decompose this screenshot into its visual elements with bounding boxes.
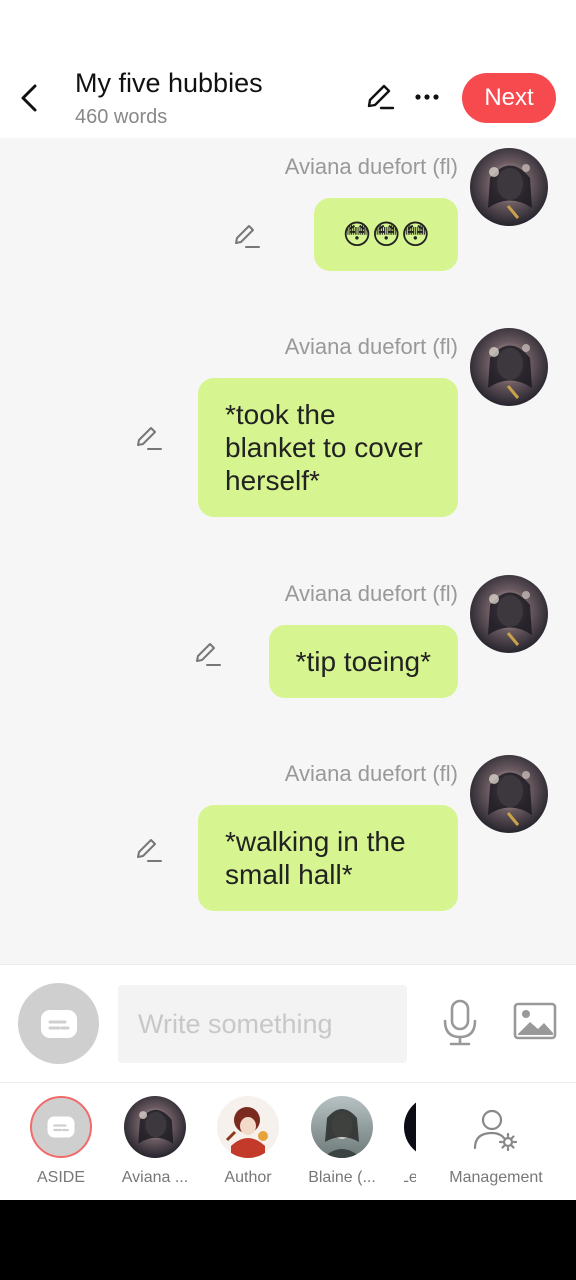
- sender-avatar[interactable]: [470, 575, 548, 653]
- sender-avatar[interactable]: [470, 755, 548, 833]
- role-roster: ASIDE Aviana ... Author Blaine (... Le M…: [0, 1082, 576, 1200]
- image-icon: [513, 1002, 557, 1040]
- story-title[interactable]: My five hubbies: [75, 68, 263, 99]
- more-options-button[interactable]: [410, 82, 444, 112]
- role-label: Aviana ...: [121, 1169, 189, 1186]
- avatar-image: [470, 328, 548, 406]
- message-bubble[interactable]: *took the blanket to cover herself*: [198, 378, 458, 517]
- microphone-icon: [443, 999, 477, 1046]
- chat-bubble-icon: [40, 1009, 77, 1038]
- message-bubble[interactable]: 😳😳😳: [314, 198, 458, 271]
- avatar-image: [217, 1096, 279, 1158]
- sender-name: Aviana duefort (fl): [284, 154, 458, 179]
- role-label: ASIDE: [36, 1169, 85, 1186]
- composer-bar: [0, 964, 576, 1082]
- avatar-image: [470, 148, 548, 226]
- role-aside[interactable]: ASIDE: [15, 1096, 107, 1196]
- pencil-icon: [235, 225, 260, 248]
- message-item: Aviana duefort (fl) 😳😳😳: [0, 148, 576, 283]
- message-item: Aviana duefort (fl) *walking in the smal…: [0, 755, 576, 925]
- chat-bubble-icon: [47, 1116, 75, 1138]
- pencil-icon: [137, 427, 162, 450]
- system-navigation-bar: [0, 1200, 576, 1280]
- role-avatar: [124, 1096, 186, 1158]
- sender-avatar[interactable]: [470, 148, 548, 226]
- role-label: Le: [404, 1169, 416, 1186]
- status-bar: [0, 0, 576, 60]
- avatar-image: [124, 1096, 186, 1158]
- more-dots-icon: [415, 94, 439, 100]
- edit-message-button[interactable]: [231, 221, 261, 251]
- pencil-icon: [196, 643, 221, 666]
- chevron-left-icon: [21, 84, 37, 112]
- avatar-image: [470, 575, 548, 653]
- management-button[interactable]: Management: [440, 1096, 552, 1196]
- aside-avatar: [30, 1096, 92, 1158]
- back-button[interactable]: [14, 78, 44, 118]
- chat-area[interactable]: Aviana duefort (fl) 😳😳😳 Aviana duefort (…: [0, 138, 576, 964]
- role-label: Management: [449, 1169, 543, 1186]
- sender-name: Aviana duefort (fl): [284, 581, 458, 606]
- edit-story-button[interactable]: [362, 80, 396, 114]
- message-item: Aviana duefort (fl) *tip toeing*: [0, 575, 576, 705]
- edit-message-button[interactable]: [133, 423, 163, 453]
- message-bubble[interactable]: *tip toeing*: [268, 625, 458, 698]
- role-aviana[interactable]: Aviana ...: [109, 1096, 201, 1196]
- message-item: Aviana duefort (fl) *took the blanket to…: [0, 328, 576, 528]
- header: My five hubbies 460 words Next: [0, 60, 576, 138]
- role-avatar: [217, 1096, 279, 1158]
- role-blaine[interactable]: Blaine (...: [296, 1096, 388, 1196]
- role-le[interactable]: Le: [404, 1096, 416, 1196]
- sender-avatar[interactable]: [470, 328, 548, 406]
- avatar-image: [470, 755, 548, 833]
- role-author[interactable]: Author: [202, 1096, 294, 1196]
- voice-input-button[interactable]: [438, 997, 482, 1049]
- next-button[interactable]: Next: [462, 73, 556, 123]
- pencil-icon: [367, 84, 395, 110]
- role-label: Author: [224, 1169, 272, 1186]
- sender-name: Aviana duefort (fl): [284, 761, 458, 786]
- role-avatar: [404, 1096, 416, 1158]
- avatar-image: [311, 1096, 373, 1158]
- insert-image-button[interactable]: [512, 1001, 558, 1041]
- edit-message-button[interactable]: [192, 639, 222, 669]
- message-bubble[interactable]: *walking in the small hall*: [198, 805, 458, 911]
- sender-name: Aviana duefort (fl): [284, 334, 458, 359]
- edit-message-button[interactable]: [133, 835, 163, 865]
- aside-toggle-button[interactable]: [18, 983, 99, 1064]
- role-avatar: [311, 1096, 373, 1158]
- pencil-icon: [137, 839, 162, 862]
- message-input[interactable]: [118, 985, 407, 1063]
- word-count: 460 words: [75, 106, 168, 128]
- user-settings-icon: [473, 1109, 518, 1152]
- role-label: Blaine (...: [308, 1169, 376, 1186]
